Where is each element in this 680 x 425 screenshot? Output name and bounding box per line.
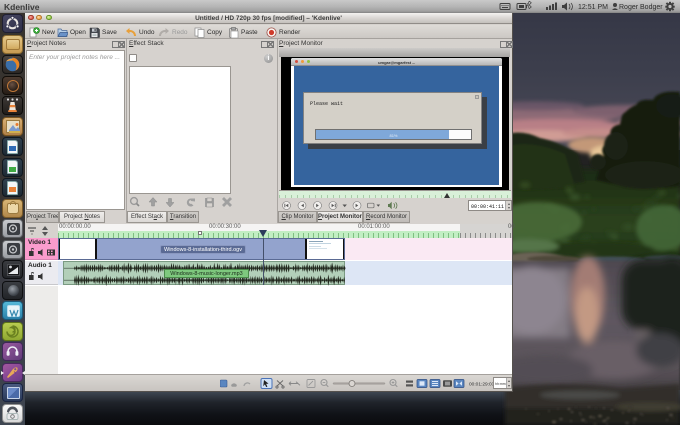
svg-text:12:51 PM: 12:51 PM (578, 4, 608, 11)
svg-text:00:01:29:03: 00:01:29:03 (469, 382, 495, 388)
svg-text:Roger Bodger: Roger Bodger (619, 4, 663, 11)
